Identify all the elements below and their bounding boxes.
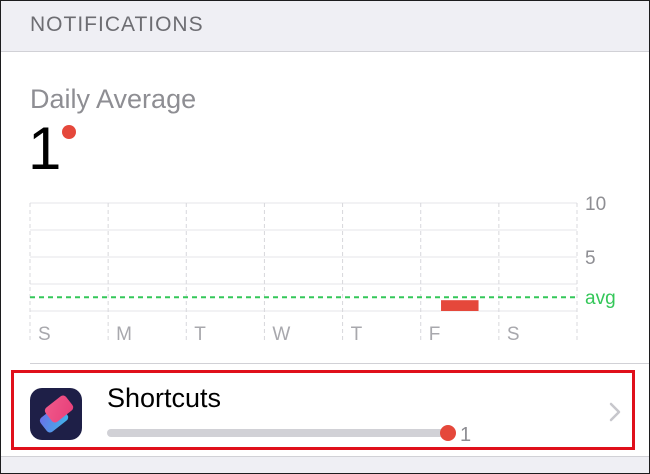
chevron-right-icon: [609, 402, 621, 422]
x-tick-label: T: [194, 324, 206, 345]
average-label: avg: [585, 288, 616, 309]
weekly-notifications-chart: avg 10 5 S M T W T F S: [29, 194, 616, 345]
app-row-shortcuts[interactable]: Shortcuts 1: [11, 370, 635, 450]
notification-count: 1: [460, 424, 472, 446]
section-header: NOTIFICATIONS: [1, 1, 649, 52]
y-tick-label: 10: [585, 194, 606, 215]
section-footer: [1, 456, 649, 473]
y-tick-label: 5: [585, 248, 596, 269]
x-tick-label: M: [116, 324, 132, 345]
x-tick-label: S: [38, 324, 51, 345]
app-name: Shortcuts: [107, 383, 222, 413]
chart-bar: [441, 300, 479, 311]
daily-average-value: 1: [28, 115, 62, 182]
daily-average-label: Daily Average: [30, 84, 197, 114]
row-divider: [30, 363, 649, 364]
screen-time-notifications-panel: NOTIFICATIONS Daily Average 1 avg 10 5 S M T W…: [0, 0, 650, 474]
usage-bar: [107, 429, 449, 437]
daily-average-dot: [62, 125, 76, 139]
x-tick-label: F: [429, 324, 441, 345]
x-tick-label: W: [272, 324, 290, 345]
x-tick-label: T: [351, 324, 363, 345]
section-title: NOTIFICATIONS: [30, 13, 204, 36]
shortcuts-app-icon: [30, 388, 82, 440]
usage-bar-end-dot: [440, 425, 456, 441]
x-tick-label: S: [507, 324, 520, 345]
